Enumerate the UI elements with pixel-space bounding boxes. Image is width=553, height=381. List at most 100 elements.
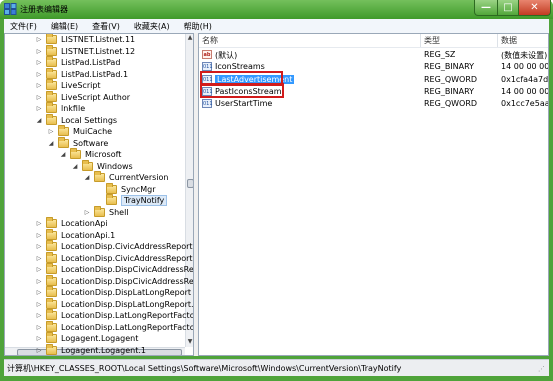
tree-item-label: LocationDisp.DispCivicAddressRepor xyxy=(61,265,194,274)
tree-item[interactable]: ▷ LocationDisp.DispLatLongReport xyxy=(35,286,192,298)
tree-item[interactable]: ▷ lnkfile xyxy=(35,102,85,114)
folder-icon xyxy=(46,67,57,79)
expand-arrow-icon[interactable]: ▷ xyxy=(35,300,43,308)
tree-item[interactable]: ▷ LocationDisp.DispCivicAddressRepor xyxy=(35,263,194,275)
tree-item[interactable]: ▷ LISTNET.Listnet.11 xyxy=(35,34,135,45)
scroll-up-arrow-icon[interactable]: ▲ xyxy=(186,34,193,43)
tree-item[interactable]: ▷ LocationDisp.LatLongReportFactory xyxy=(35,309,194,321)
expand-arrow-icon[interactable]: ▷ xyxy=(35,323,43,331)
tree-item[interactable]: ▷ LocationDisp.CivicAddressReportFac xyxy=(35,240,193,252)
status-bar: 计算机\HKEY_CLASSES_ROOT\Local Settings\Sof… xyxy=(4,359,549,376)
expand-arrow-icon[interactable]: ▷ xyxy=(35,93,43,101)
tree-item[interactable]: ▷ ListPad.ListPad xyxy=(35,56,120,68)
tree-item[interactable]: ▷ Shell xyxy=(83,205,129,218)
status-path: 计算机\HKEY_CLASSES_ROOT\Local Settings\Sof… xyxy=(7,363,402,373)
value-type: REG_BINARY xyxy=(424,86,475,96)
expand-arrow-icon[interactable]: ▷ xyxy=(35,346,43,354)
tree-item-label: LiveScript Author xyxy=(61,92,131,102)
expand-arrow-icon[interactable]: ▷ xyxy=(35,220,43,228)
tree-item-label: Local Settings xyxy=(61,115,118,125)
tree-item[interactable]: ▷ LISTNET.Listnet.12 xyxy=(35,44,136,57)
tree-item-label: LocationDisp.DispLatLongReport.1 xyxy=(61,299,194,309)
key-tree-pane[interactable]: ▲ ▼ ▷ LISTNET.Listnet.11 ▷ LISTNET.Listnet.… xyxy=(4,33,194,356)
expand-arrow-icon[interactable]: ▷ xyxy=(35,231,43,239)
expand-arrow-icon[interactable]: ▷ xyxy=(47,128,55,136)
expand-arrow-icon[interactable]: ▷ xyxy=(35,289,43,297)
expand-arrow-icon[interactable]: ▷ xyxy=(35,59,43,67)
tree-item[interactable]: ▷ LocationDisp.CivicAddressReportFac xyxy=(35,251,193,264)
expand-arrow-icon[interactable]: ▷ xyxy=(35,36,43,44)
collapse-arrow-icon[interactable]: ◢ xyxy=(35,116,43,124)
tree-item[interactable]: SyncMgr xyxy=(95,182,156,195)
expand-arrow-icon[interactable]: ▷ xyxy=(35,243,43,251)
tree-item[interactable]: ◢ Local Settings xyxy=(35,113,118,126)
folder-icon xyxy=(46,113,57,125)
expand-arrow-icon[interactable]: ▷ xyxy=(35,312,43,320)
tree-item[interactable]: ◢ Windows xyxy=(71,159,133,172)
expand-arrow-icon[interactable]: ▷ xyxy=(35,254,43,262)
tree-item[interactable]: ▷ Logagent.Logagent.1 xyxy=(35,343,146,356)
expand-arrow-icon[interactable]: ▷ xyxy=(35,47,43,55)
collapse-arrow-icon[interactable]: ◢ xyxy=(47,139,55,147)
value-data: (数值未设置) xyxy=(501,51,548,60)
tree-item[interactable]: ▷ LocationApi.1 xyxy=(35,228,116,241)
tree-item[interactable]: ▷ LocationDisp.LatLongReportFactory.1 xyxy=(35,320,193,333)
resize-grip-icon[interactable]: ⋰ xyxy=(538,365,547,374)
tree-item[interactable]: ▷ LocationApi xyxy=(35,217,108,229)
tree-item[interactable]: ◢ Microsoft xyxy=(59,148,121,160)
tree-item[interactable]: ▷ Logagent.Logagent xyxy=(35,332,139,344)
tree-item-label: Logagent.Logagent xyxy=(61,334,139,343)
tree-item-label: Shell xyxy=(109,207,129,217)
column-header-name[interactable]: 名称 xyxy=(199,34,421,47)
tree-item[interactable]: ▷ LocationDisp.DispLatLongReport.1 xyxy=(35,297,194,310)
folder-icon xyxy=(46,286,57,297)
minimize-button[interactable]: — xyxy=(474,0,498,16)
collapse-arrow-icon[interactable]: ◢ xyxy=(59,151,67,159)
minimize-icon: — xyxy=(481,2,491,13)
title-bar[interactable]: 注册表编辑器 — □ ✕ xyxy=(0,0,553,19)
menu-bar: 文件(F) 编辑(E) 查看(V) 收藏夹(A) 帮助(H) xyxy=(4,19,549,33)
value-row[interactable]: ab (默认) REG_SZ (数值未设置) xyxy=(199,49,548,61)
expand-arrow-icon[interactable]: ▷ xyxy=(35,70,43,78)
tree-item[interactable]: ◢ CurrentVersion xyxy=(83,171,168,183)
column-header-type[interactable]: 类型 xyxy=(421,34,498,47)
menu-view[interactable]: 查看(V) xyxy=(92,21,120,32)
column-header-data[interactable]: 数据 xyxy=(498,34,548,47)
value-type: REG_BINARY xyxy=(424,62,475,72)
tree-item-label: LISTNET.Listnet.12 xyxy=(61,46,136,56)
close-button[interactable]: ✕ xyxy=(518,0,551,16)
tree-item[interactable]: TrayNotify xyxy=(95,194,168,206)
value-name: UserStartTime xyxy=(215,99,273,109)
expand-arrow-icon[interactable]: ▷ xyxy=(35,82,43,90)
tree-item-label: LocationDisp.LatLongReportFactory xyxy=(61,311,194,320)
menu-help[interactable]: 帮助(H) xyxy=(184,21,212,32)
value-row[interactable]: 011UserStartTime REG_QWORD 0x1cc7e5aa77 xyxy=(199,98,548,110)
value-data: 0x1cc7e5aa77 xyxy=(501,99,548,109)
tree-item-label: LocationApi.1 xyxy=(61,230,116,240)
tree-item[interactable]: ▷ MuiCache xyxy=(47,125,112,137)
maximize-button[interactable]: □ xyxy=(497,0,519,16)
tree-item[interactable]: ▷ LocationDisp.DispCivicAddressRepor xyxy=(35,274,193,287)
tree-item[interactable]: ▷ ListPad.ListPad.1 xyxy=(35,67,128,80)
folder-icon xyxy=(46,309,57,320)
tree-item[interactable]: ▷ LiveScript Author xyxy=(35,90,131,103)
collapse-arrow-icon[interactable]: ◢ xyxy=(83,174,91,182)
tree-item[interactable]: ◢ Software xyxy=(47,136,109,149)
folder-icon xyxy=(46,240,57,251)
menu-edit[interactable]: 编辑(E) xyxy=(51,21,78,32)
tree-vertical-scroll-thumb[interactable] xyxy=(187,179,193,188)
tree-item[interactable]: ▷ LiveScript xyxy=(35,79,101,91)
scroll-down-arrow-icon[interactable]: ▼ xyxy=(186,338,193,347)
expand-arrow-icon[interactable]: ▷ xyxy=(35,335,43,343)
expand-arrow-icon[interactable]: ▷ xyxy=(35,105,43,113)
tree-item-label: Software xyxy=(73,138,109,148)
menu-favorites[interactable]: 收藏夹(A) xyxy=(134,21,170,32)
expand-arrow-icon[interactable]: ▷ xyxy=(35,277,43,285)
expand-arrow-icon[interactable]: ▷ xyxy=(35,266,43,274)
menu-file[interactable]: 文件(F) xyxy=(10,21,37,32)
collapse-arrow-icon[interactable]: ◢ xyxy=(71,162,79,170)
values-pane[interactable]: 名称 类型 数据 ab (默认) REG_SZ (数值未设置) 011 IconStrea… xyxy=(198,33,549,356)
folder-icon xyxy=(46,297,57,309)
expand-arrow-icon[interactable]: ▷ xyxy=(83,208,91,216)
tree-item-label: LocationDisp.DispLatLongReport xyxy=(61,288,192,297)
